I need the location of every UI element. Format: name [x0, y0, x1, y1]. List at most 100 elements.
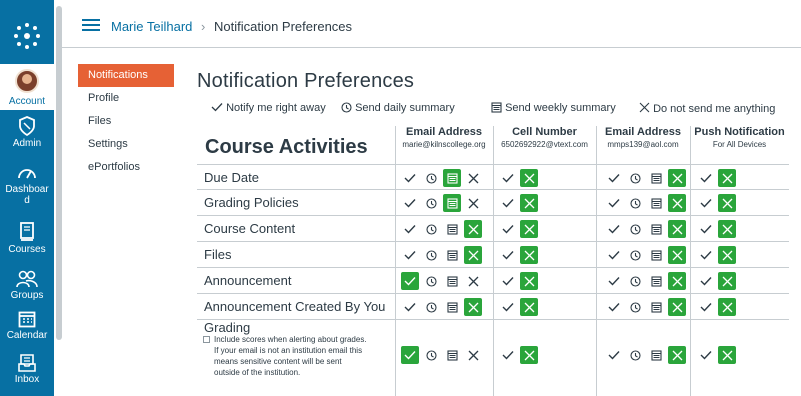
calendar-week-option-button[interactable] — [443, 220, 461, 238]
x-option-button[interactable] — [464, 272, 482, 290]
check-option-button[interactable] — [605, 220, 623, 238]
x-option-button[interactable] — [718, 298, 736, 316]
check-option-button[interactable] — [401, 194, 419, 212]
x-option-button[interactable] — [520, 220, 538, 238]
hamburger-menu-icon[interactable] — [82, 19, 100, 31]
calendar-week-option-button[interactable] — [647, 298, 665, 316]
x-option-button[interactable] — [718, 220, 736, 238]
check-option-button[interactable] — [605, 194, 623, 212]
check-option-button[interactable] — [499, 346, 517, 364]
calendar-week-option-button[interactable] — [443, 272, 461, 290]
check-option-button[interactable] — [697, 169, 715, 187]
x-option-button[interactable] — [668, 169, 686, 187]
section-nav-profile[interactable]: Profile — [78, 87, 174, 110]
x-option-button[interactable] — [520, 298, 538, 316]
clock-option-button[interactable] — [626, 298, 644, 316]
x-option-button[interactable] — [668, 246, 686, 264]
calendar-week-option-button[interactable] — [443, 169, 461, 187]
x-option-button[interactable] — [520, 169, 538, 187]
x-option-button[interactable] — [668, 220, 686, 238]
calendar-week-option-button[interactable] — [647, 246, 665, 264]
check-option-button[interactable] — [697, 220, 715, 238]
x-option-button[interactable] — [718, 194, 736, 212]
nav-dashboard[interactable]: Dashboar d — [0, 164, 54, 212]
check-option-button[interactable] — [697, 246, 715, 264]
calendar-week-option-button[interactable] — [443, 298, 461, 316]
breadcrumb-user-link[interactable]: Marie Teilhard — [111, 19, 192, 34]
check-option-button[interactable] — [499, 272, 517, 290]
check-option-button[interactable] — [605, 272, 623, 290]
x-option-button[interactable] — [464, 246, 482, 264]
calendar-week-option-button[interactable] — [443, 194, 461, 212]
clock-option-button[interactable] — [626, 346, 644, 364]
x-option-button[interactable] — [464, 194, 482, 212]
x-option-button[interactable] — [464, 298, 482, 316]
calendar-week-option-button[interactable] — [647, 346, 665, 364]
include-scores-checkbox[interactable] — [203, 336, 210, 343]
check-option-button[interactable] — [401, 298, 419, 316]
check-option-button[interactable] — [401, 220, 419, 238]
x-option-button[interactable] — [668, 346, 686, 364]
check-option-button[interactable] — [401, 272, 419, 290]
section-nav-settings[interactable]: Settings — [78, 133, 174, 156]
check-option-button[interactable] — [401, 169, 419, 187]
x-option-button[interactable] — [668, 272, 686, 290]
check-option-button[interactable] — [401, 346, 419, 364]
calendar-week-option-button[interactable] — [443, 346, 461, 364]
clock-option-button[interactable] — [422, 272, 440, 290]
check-option-button[interactable] — [605, 298, 623, 316]
clock-option-button[interactable] — [422, 220, 440, 238]
x-option-button[interactable] — [668, 194, 686, 212]
clock-option-button[interactable] — [626, 272, 644, 290]
check-option-button[interactable] — [697, 194, 715, 212]
clock-option-button[interactable] — [626, 246, 644, 264]
nav-scrollbar[interactable] — [56, 6, 62, 340]
section-nav-notifications[interactable]: Notifications — [78, 64, 174, 87]
x-option-button[interactable] — [464, 346, 482, 364]
check-option-button[interactable] — [605, 346, 623, 364]
check-option-button[interactable] — [499, 246, 517, 264]
clock-option-button[interactable] — [422, 298, 440, 316]
x-option-button[interactable] — [718, 169, 736, 187]
check-option-button[interactable] — [499, 194, 517, 212]
check-option-button[interactable] — [697, 346, 715, 364]
nav-calendar[interactable]: Calendar — [0, 310, 54, 350]
check-option-button[interactable] — [499, 169, 517, 187]
x-option-button[interactable] — [464, 220, 482, 238]
x-option-button[interactable] — [520, 272, 538, 290]
clock-option-button[interactable] — [422, 246, 440, 264]
nav-admin[interactable]: Admin — [0, 116, 54, 156]
check-option-button[interactable] — [605, 246, 623, 264]
check-option-button[interactable] — [499, 298, 517, 316]
x-option-button[interactable] — [718, 272, 736, 290]
nav-courses[interactable]: Courses — [0, 222, 54, 262]
check-option-button[interactable] — [401, 246, 419, 264]
clock-option-button[interactable] — [422, 169, 440, 187]
x-option-button[interactable] — [520, 194, 538, 212]
check-option-button[interactable] — [605, 169, 623, 187]
calendar-week-option-button[interactable] — [647, 194, 665, 212]
nav-inbox[interactable]: Inbox — [0, 354, 54, 394]
check-option-button[interactable] — [697, 298, 715, 316]
x-option-button[interactable] — [718, 346, 736, 364]
nav-groups[interactable]: Groups — [0, 270, 54, 310]
clock-option-button[interactable] — [422, 346, 440, 364]
calendar-week-option-button[interactable] — [647, 220, 665, 238]
nav-account[interactable]: Account — [0, 64, 54, 110]
section-nav-files[interactable]: Files — [78, 110, 174, 133]
x-option-button[interactable] — [464, 169, 482, 187]
calendar-week-option-button[interactable] — [647, 272, 665, 290]
x-option-button[interactable] — [668, 298, 686, 316]
x-option-button[interactable] — [718, 246, 736, 264]
check-option-button[interactable] — [697, 272, 715, 290]
x-option-button[interactable] — [520, 246, 538, 264]
institution-logo[interactable] — [0, 16, 54, 56]
calendar-week-option-button[interactable] — [647, 169, 665, 187]
clock-option-button[interactable] — [626, 194, 644, 212]
x-option-button[interactable] — [520, 346, 538, 364]
clock-option-button[interactable] — [626, 220, 644, 238]
calendar-week-option-button[interactable] — [443, 246, 461, 264]
section-nav-eportfolios[interactable]: ePortfolios — [78, 156, 174, 179]
check-option-button[interactable] — [499, 220, 517, 238]
clock-option-button[interactable] — [422, 194, 440, 212]
